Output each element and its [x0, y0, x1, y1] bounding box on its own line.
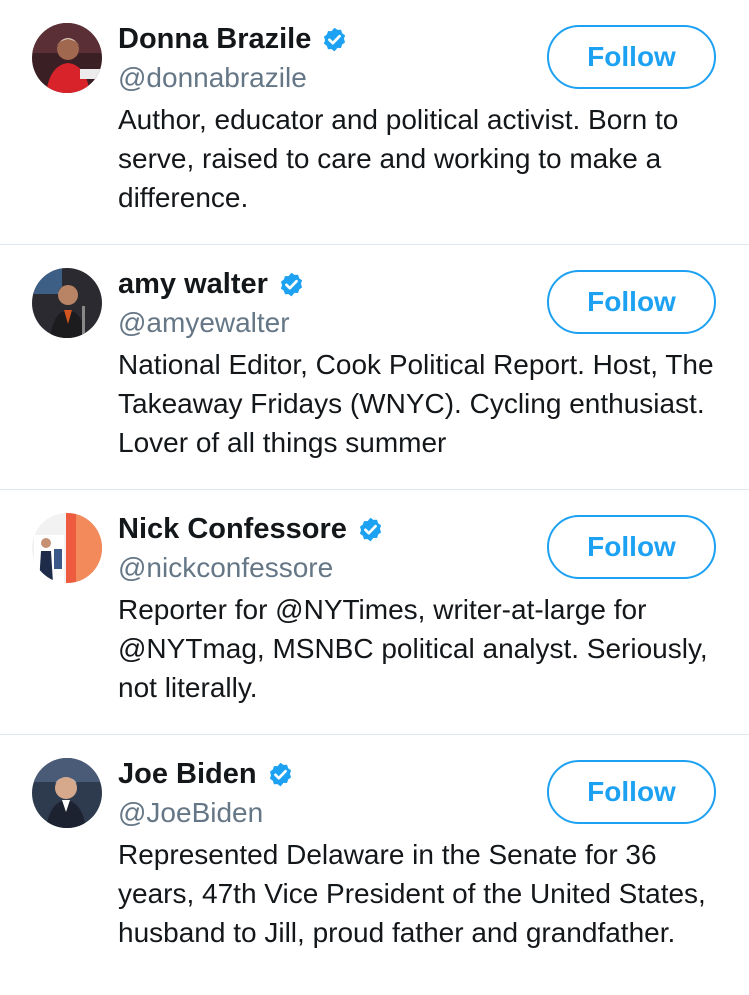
follow-button[interactable]: Follow — [547, 760, 716, 824]
user-bio: National Editor, Cook Political Report. … — [118, 349, 714, 458]
user-row[interactable]: Joe Biden @JoeBiden Represented Delaware… — [0, 735, 749, 980]
user-row[interactable]: Donna Brazile @donnabrazile Author, educ… — [0, 0, 749, 245]
avatar[interactable] — [32, 758, 102, 828]
user-row[interactable]: Nick Confessore @nickconfessore Reporter… — [0, 490, 749, 735]
user-bio: Reporter for @NYTimes, writer-at-large f… — [118, 594, 708, 703]
verified-badge-icon — [278, 271, 305, 298]
verified-badge-icon — [357, 516, 384, 543]
avatar[interactable] — [32, 513, 102, 583]
follow-button[interactable]: Follow — [547, 25, 716, 89]
display-name[interactable]: Joe Biden — [118, 753, 257, 795]
avatar[interactable] — [32, 23, 102, 93]
display-name[interactable]: Donna Brazile — [118, 18, 311, 60]
display-name[interactable]: Nick Confessore — [118, 508, 347, 550]
user-bio: Represented Delaware in the Senate for 3… — [118, 839, 706, 948]
user-bio: Author, educator and political activist.… — [118, 104, 679, 213]
follow-button[interactable]: Follow — [547, 515, 716, 579]
display-name[interactable]: amy walter — [118, 263, 268, 305]
follow-button[interactable]: Follow — [547, 270, 716, 334]
verified-badge-icon — [321, 26, 348, 53]
verified-badge-icon — [267, 761, 294, 788]
avatar[interactable] — [32, 268, 102, 338]
user-row[interactable]: amy walter @amyewalter National Editor, … — [0, 245, 749, 490]
user-list: Donna Brazile @donnabrazile Author, educ… — [0, 0, 749, 995]
